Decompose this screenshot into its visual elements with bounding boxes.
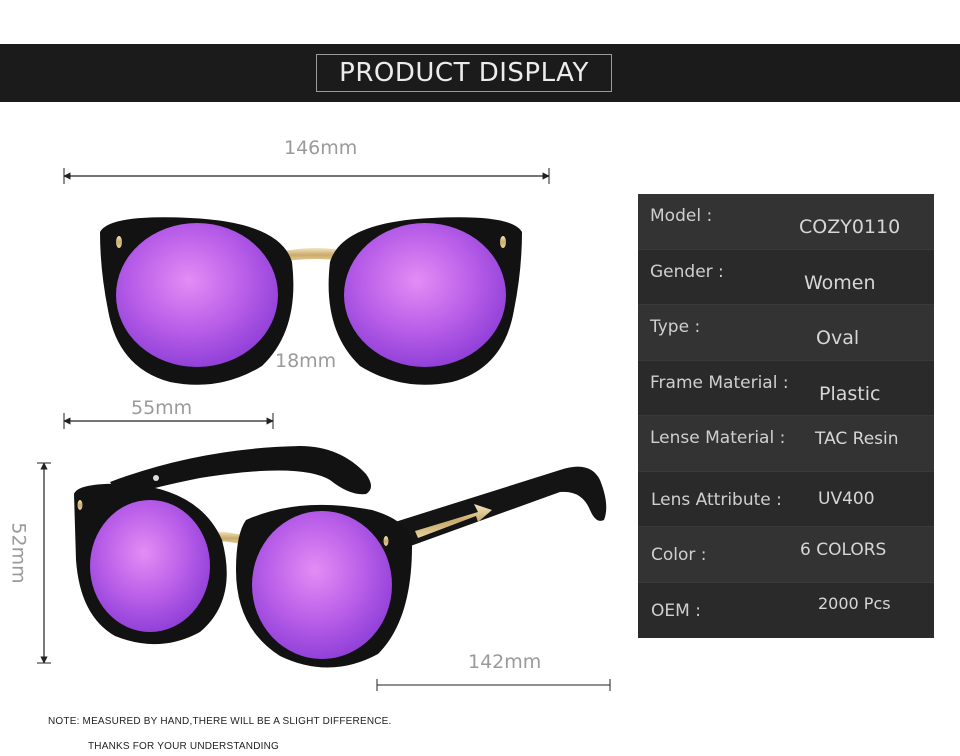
spec-label: Type : — [650, 317, 701, 337]
dimension-line-temple-length — [376, 679, 611, 691]
spec-label: OEM : — [651, 600, 701, 621]
spec-value: 6 COLORS — [800, 540, 887, 560]
dim-bridge-label: 18mm — [275, 350, 337, 372]
spec-row-oem: OEM : 2000 Pcs — [638, 582, 934, 638]
spec-label: Frame Material : — [650, 372, 789, 393]
spec-row-lens-attribute: Lens Attribute : UV400 — [638, 471, 934, 527]
spec-value: COZY0110 — [799, 216, 901, 238]
dimension-line-total-width — [63, 168, 550, 184]
dimension-line-lens-height — [37, 462, 51, 664]
spec-label: Model : — [650, 206, 713, 226]
spec-value: Oval — [816, 327, 860, 349]
spec-value: TAC Resin — [815, 429, 899, 449]
spec-label: Lense Material : — [650, 428, 786, 448]
spec-row-type: Type : Oval — [638, 305, 934, 361]
spec-table: Model : COZY0110 Gender : Women Type : O… — [638, 194, 934, 638]
spec-label: Gender : — [650, 261, 724, 282]
spec-value: Plastic — [819, 382, 881, 405]
spec-row-model: Model : COZY0110 — [638, 194, 934, 250]
dim-temple-length-label: 142mm — [468, 651, 542, 673]
spec-value: UV400 — [818, 488, 875, 509]
spec-value: 2000 Pcs — [818, 593, 891, 613]
measurement-note: NOTE: MEASURED BY HAND,THERE WILL BE A S… — [48, 716, 392, 727]
spec-row-gender: Gender : Women — [638, 249, 934, 305]
side-view-glasses — [74, 446, 607, 668]
spec-label: Color : — [651, 545, 707, 565]
spec-row-frame-material: Frame Material : Plastic — [638, 360, 934, 416]
spec-value: Women — [804, 271, 876, 294]
thanks-note: THANKS FOR YOUR UNDERSTANDING — [88, 741, 280, 752]
spec-row-color: Color : 6 COLORS — [638, 527, 934, 583]
dim-lens-width-label: 55mm — [131, 397, 193, 419]
dim-total-width-label: 146mm — [284, 137, 358, 159]
dim-lens-height-label: 52mm — [7, 522, 30, 584]
spec-label: Lens Attribute : — [651, 489, 782, 510]
spec-row-lens-material: Lense Material : TAC Resin — [638, 416, 934, 472]
